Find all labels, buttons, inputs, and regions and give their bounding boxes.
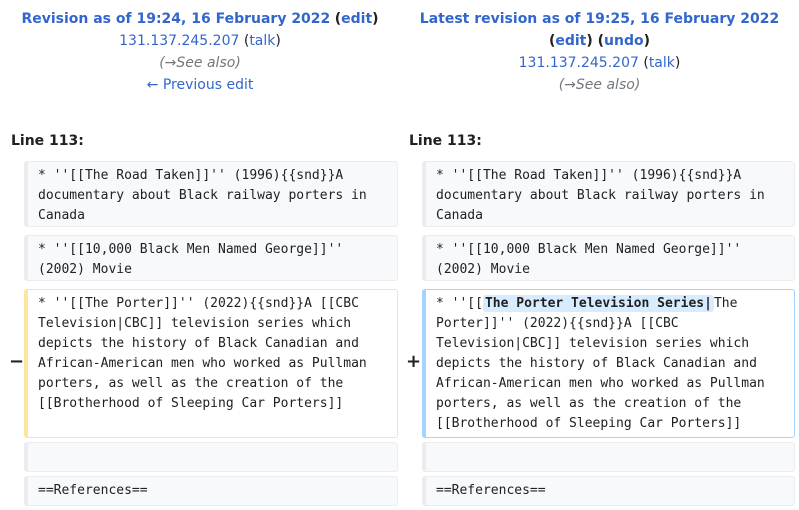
new-revision-talk-link[interactable]: talk: [649, 55, 675, 71]
old-revision-link[interactable]: Revision as of 19:24, 16 February 2022: [21, 11, 330, 27]
undo-link[interactable]: undo: [604, 33, 644, 49]
old-revision-user-link[interactable]: 131.137.245.207: [119, 33, 239, 49]
new-revision-header: Latest revision as of 19:25, 16 February…: [400, 8, 799, 96]
addition-marker: +: [406, 351, 422, 372]
old-revision-summary: (→See also): [159, 55, 241, 71]
added-line-prefix: * ''[[: [436, 296, 483, 311]
new-revision-user-link[interactable]: 131.137.245.207: [519, 55, 639, 71]
new-summary-text: See also: [575, 77, 635, 93]
new-revision-link[interactable]: Latest revision as of 19:25, 16 February…: [420, 11, 779, 27]
old-summary-section-link[interactable]: →: [165, 55, 177, 71]
left-context-line: * ''[[The Road Taken]]'' (1996){{snd}}A …: [24, 161, 398, 227]
old-revision-talk-link[interactable]: talk: [249, 33, 275, 49]
added-line: * ''[[The Porter Television Series| The P…: [422, 289, 795, 438]
right-context-line: * ''[[10,000 Black Men Named George]]'' …: [422, 235, 795, 281]
previous-edit-link[interactable]: ← Previous edit: [147, 77, 254, 93]
new-revision-title-line: Latest revision as of 19:25, 16 February…: [400, 8, 799, 30]
deleted-line: * ''[[The Porter]]'' (2022){{snd}}A [[CB…: [24, 289, 398, 438]
left-empty-context-line: [24, 442, 398, 472]
right-context-line: * ''[[The Road Taken]]'' (1996){{snd}}A …: [422, 161, 795, 227]
left-line-number: Line 113:: [11, 133, 84, 149]
new-summary-section-link[interactable]: →: [564, 77, 576, 93]
right-line-number: Line 113:: [409, 133, 482, 149]
old-revision-edit-link[interactable]: edit: [341, 11, 372, 27]
old-summary-text: See also: [176, 55, 236, 71]
added-inline-highlight: The Porter Television Series|: [482, 295, 714, 312]
deletion-marker: −: [9, 351, 25, 372]
old-revision-user-line: 131.137.245.207 (talk): [119, 33, 281, 49]
right-references-line: ==References==: [422, 476, 795, 506]
new-revision-edit-link[interactable]: edit: [555, 33, 586, 49]
right-empty-context-line: [422, 442, 795, 472]
new-revision-summary: (→See also): [558, 77, 641, 93]
old-revision-header: Revision as of 19:24, 16 February 2022 (…: [0, 8, 400, 96]
left-references-line: ==References==: [24, 476, 398, 506]
old-revision-title-line: Revision as of 19:24, 16 February 2022 (…: [21, 11, 379, 27]
new-revision-user-line: 131.137.245.207 (talk): [518, 55, 681, 71]
added-line-suffix: The Porter]]'' (2022){{snd}}A [[CBC Tele…: [436, 296, 773, 431]
left-context-line: * ''[[10,000 Black Men Named George]]'' …: [24, 235, 398, 281]
